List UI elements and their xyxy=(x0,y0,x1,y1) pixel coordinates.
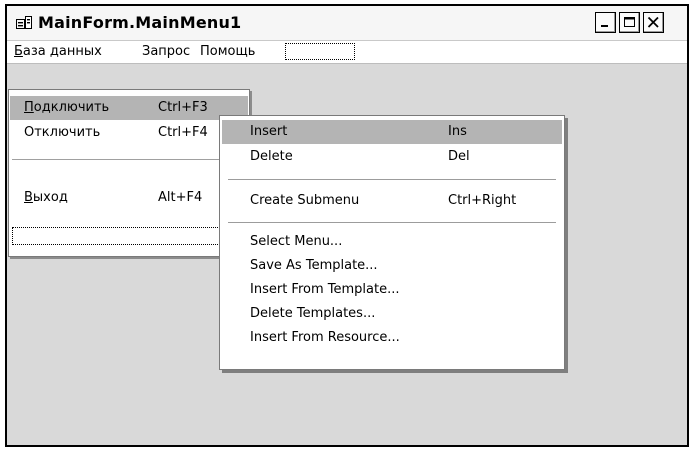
ctx-select-menu[interactable]: Select Menu... xyxy=(222,230,562,254)
menu-item-disconnect-shortcut: Ctrl+F4 xyxy=(158,125,208,140)
menu-database-accel: Б xyxy=(14,44,23,59)
ctx-delete[interactable]: Delete Del xyxy=(222,145,562,169)
ctx-save-as-template-label: Save As Template... xyxy=(250,258,378,273)
menu-query[interactable]: Запрос xyxy=(142,44,190,59)
ctx-delete-templates[interactable]: Delete Templates... xyxy=(222,302,562,326)
maximize-button[interactable] xyxy=(619,12,640,33)
menu-item-exit[interactable]: Выход Alt+F4 xyxy=(10,186,248,210)
ctx-create-submenu[interactable]: Create Submenu Ctrl+Right xyxy=(222,189,562,213)
menu-item-disconnect[interactable]: Отключить Ctrl+F4 xyxy=(10,121,248,145)
new-menu-item-placeholder[interactable] xyxy=(285,43,355,60)
close-icon xyxy=(647,16,659,28)
ctx-save-as-template[interactable]: Save As Template... xyxy=(222,254,562,278)
ctx-select-menu-label: Select Menu... xyxy=(250,234,343,249)
minimize-icon xyxy=(601,25,608,27)
menu-item-exit-label: Выход xyxy=(24,190,68,205)
menu-bar: База данных Запрос Помощь xyxy=(7,41,687,63)
close-button[interactable] xyxy=(643,12,664,33)
new-submenu-item-placeholder[interactable] xyxy=(12,227,244,245)
ctx-separator xyxy=(228,179,556,180)
ctx-insert[interactable]: Insert Ins xyxy=(222,120,562,144)
menu-item-connect-shortcut: Ctrl+F3 xyxy=(158,100,208,115)
designer-context-menu: Insert Ins Delete Del Create Submenu Ctr… xyxy=(219,115,565,370)
menu-item-disconnect-label: Отключить xyxy=(24,125,101,140)
maximize-icon xyxy=(624,17,635,27)
window-title: MainForm.MainMenu1 xyxy=(38,13,242,32)
ctx-delete-label: Delete xyxy=(250,149,293,164)
menu-help[interactable]: Помощь xyxy=(200,44,255,59)
menu-item-connect-label: Подключить xyxy=(24,100,110,115)
ctx-insert-shortcut: Ins xyxy=(448,124,467,139)
menu-designer-icon xyxy=(16,16,32,30)
menu-separator xyxy=(12,159,246,160)
menu-item-connect[interactable]: Подключить Ctrl+F3 xyxy=(10,96,248,120)
menu-database-label: аза данных xyxy=(22,44,102,59)
menu-database[interactable]: База данных xyxy=(14,44,102,59)
ctx-insert-from-resource-label: Insert From Resource... xyxy=(250,330,400,345)
ctx-separator xyxy=(228,222,556,223)
ctx-create-submenu-shortcut: Ctrl+Right xyxy=(448,193,517,208)
minimize-button[interactable] xyxy=(595,12,616,33)
ctx-delete-shortcut: Del xyxy=(448,149,470,164)
title-bar[interactable]: MainForm.MainMenu1 xyxy=(7,6,687,41)
ctx-insert-from-template[interactable]: Insert From Template... xyxy=(222,278,562,302)
ctx-insert-from-template-label: Insert From Template... xyxy=(250,282,400,297)
ctx-create-submenu-label: Create Submenu xyxy=(250,193,360,208)
menu-item-exit-shortcut: Alt+F4 xyxy=(158,190,203,205)
ctx-insert-label: Insert xyxy=(250,124,288,139)
ctx-insert-from-resource[interactable]: Insert From Resource... xyxy=(222,326,562,350)
database-dropdown-menu: Подключить Ctrl+F3 Отключить Ctrl+F4 Вых… xyxy=(8,89,250,257)
ctx-delete-templates-label: Delete Templates... xyxy=(250,306,376,321)
